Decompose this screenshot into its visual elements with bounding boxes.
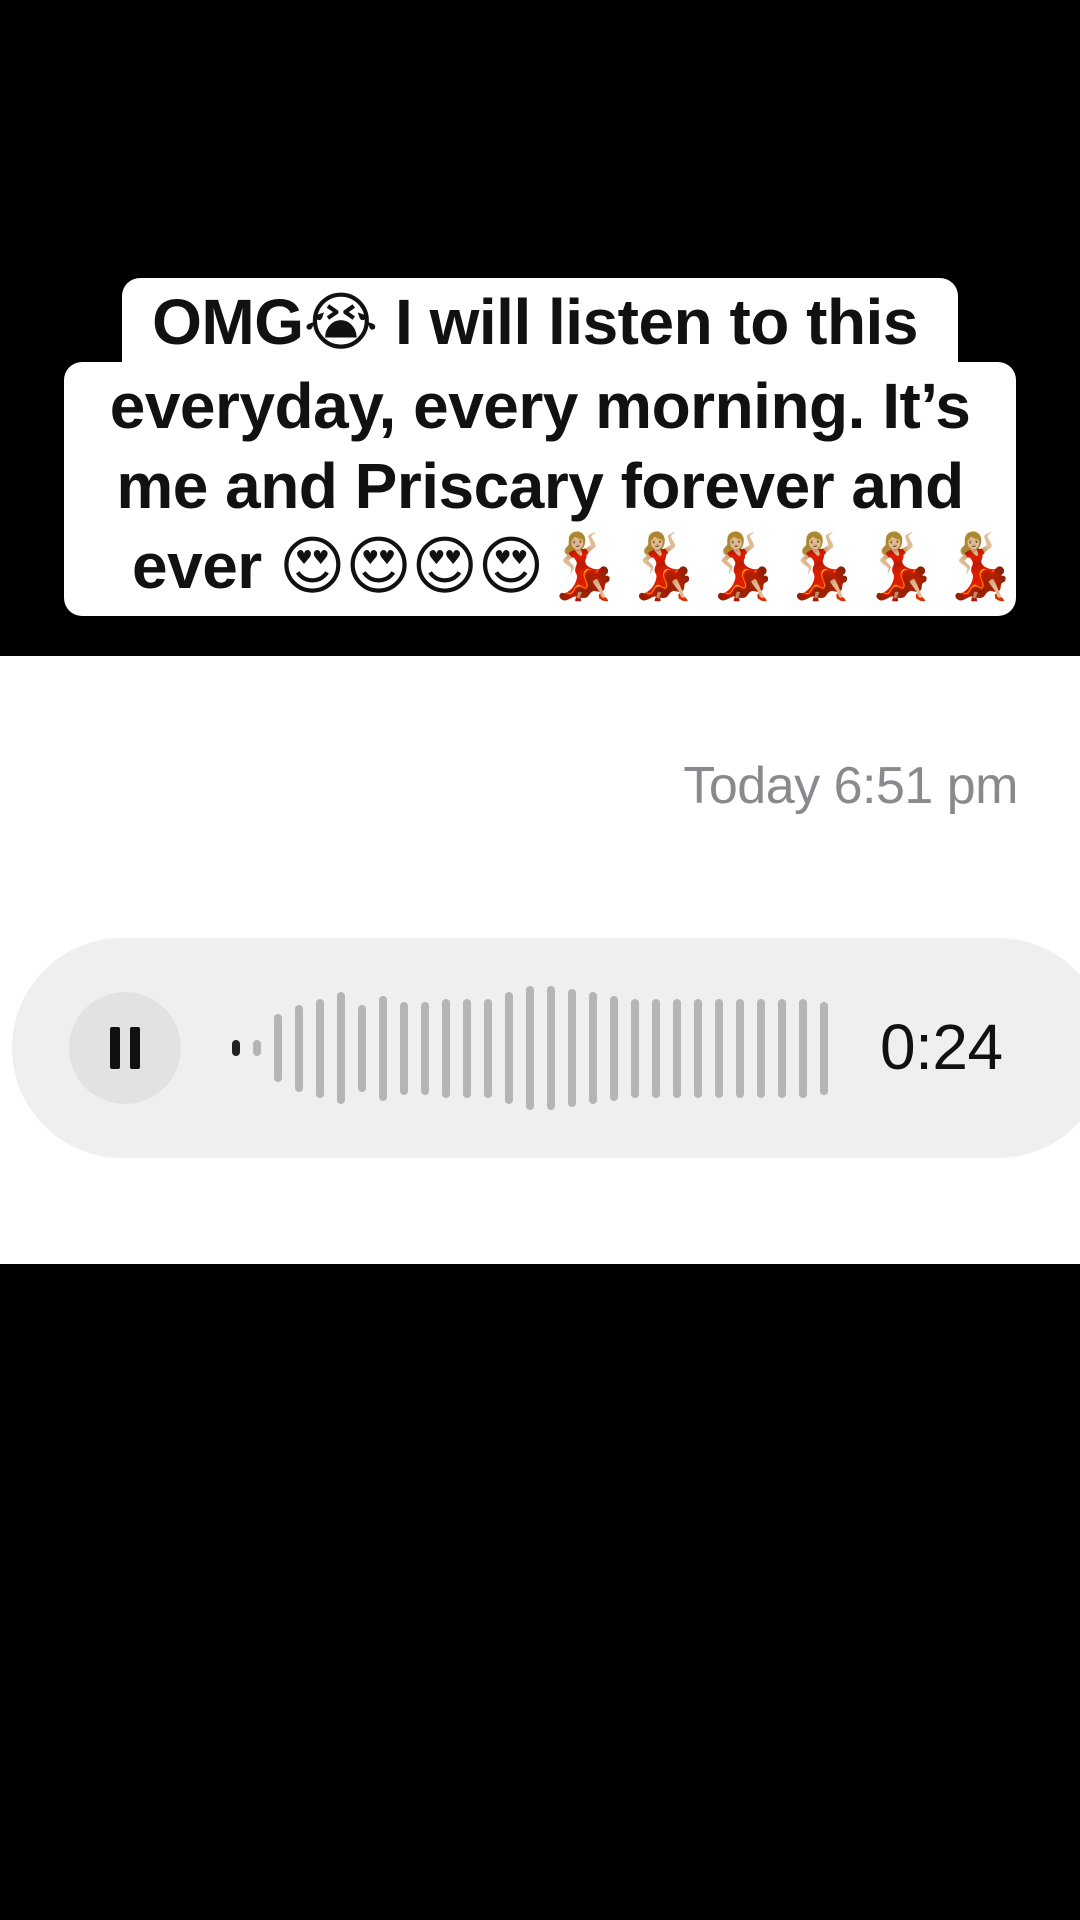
- voice-message-bubble[interactable]: 0:24: [12, 938, 1080, 1158]
- caption-line-2: everyday, every morning. It’s: [64, 362, 1016, 446]
- waveform-bar: [337, 992, 345, 1104]
- waveform-bar: [673, 998, 681, 1098]
- audio-waveform[interactable]: [232, 978, 852, 1118]
- waveform-bar: [484, 998, 492, 1098]
- waveform-bar: [463, 998, 471, 1098]
- waveform-bar: [400, 1001, 408, 1095]
- waveform-bar: [694, 998, 702, 1098]
- waveform-bar: [799, 998, 807, 1098]
- waveform-bar: [631, 998, 639, 1098]
- waveform-bar: [757, 998, 765, 1098]
- waveform-bar: [358, 1004, 366, 1092]
- waveform-bar: [274, 1014, 282, 1082]
- waveform-bar: [820, 1001, 828, 1095]
- waveform-bar: [568, 989, 576, 1107]
- caption-line-1: OMG😭 I will listen to this: [122, 278, 958, 362]
- waveform-bar: [421, 1001, 429, 1095]
- waveform-bar: [379, 995, 387, 1101]
- waveform-bar: [316, 998, 324, 1098]
- voice-duration: 0:24: [880, 1011, 1003, 1083]
- waveform-bar: [589, 992, 597, 1104]
- waveform-bar: [442, 998, 450, 1098]
- waveform-bar: [715, 998, 723, 1098]
- video-frame: OMG😭 I will listen to this everyday, eve…: [0, 0, 1080, 1920]
- caption-line-4: ever 😍😍😍😍💃🏼💃🏼💃🏼💃🏼💃🏼💃🏼: [64, 526, 1019, 616]
- waveform-bar: [526, 986, 534, 1110]
- waveform-bar: [778, 998, 786, 1098]
- waveform-bar: [736, 998, 744, 1098]
- pause-button[interactable]: [69, 992, 181, 1104]
- waveform-bar: [505, 992, 513, 1104]
- waveform-bar: [253, 1040, 261, 1056]
- caption-line-3: me and Priscary forever and: [64, 446, 1016, 526]
- waveform-bar: [295, 1004, 303, 1092]
- message-timestamp: Today 6:51 pm: [683, 757, 1018, 815]
- caption-overlay: OMG😭 I will listen to this everyday, eve…: [0, 278, 1080, 616]
- waveform-bar: [232, 1040, 240, 1056]
- waveform-bar: [652, 998, 660, 1098]
- pause-icon: [110, 1027, 140, 1069]
- waveform-bar: [547, 986, 555, 1110]
- message-screenshot-panel: Today 6:51 pm 0:24: [0, 656, 1080, 1264]
- waveform-bar: [610, 995, 618, 1101]
